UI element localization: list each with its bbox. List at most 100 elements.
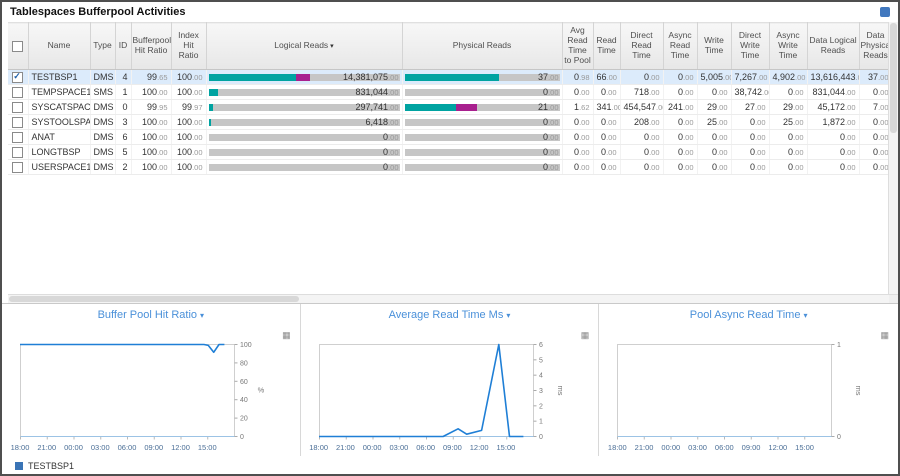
column-header-logical-reads[interactable]: Logical Reads▾ bbox=[206, 23, 402, 70]
cell-direct-read-time: 0.00 bbox=[620, 70, 663, 85]
vertical-scrollbar-thumb[interactable] bbox=[890, 23, 897, 133]
cell-physical-reads: 0.00 bbox=[402, 130, 562, 145]
bar-track bbox=[209, 149, 400, 156]
cell-data-logical-reads: 1,872.00 bbox=[807, 115, 859, 130]
table-row-syscatspace[interactable]: SYSCATSPACEDMS099.9599.97297,741.0021.00… bbox=[8, 100, 888, 115]
row-checkbox[interactable] bbox=[12, 102, 23, 113]
chart-plot: 01ms bbox=[617, 340, 865, 443]
cell-id: 1 bbox=[115, 85, 131, 100]
maximize-icon[interactable] bbox=[880, 7, 890, 17]
cell-id: 3 bbox=[115, 115, 131, 130]
x-tick-label: 06:00 bbox=[416, 443, 435, 452]
x-tick-label: 18:00 bbox=[608, 443, 627, 452]
column-header-label: Write Time bbox=[704, 35, 724, 55]
column-header-read-time[interactable]: Read Time bbox=[593, 23, 620, 70]
table-row-systoolspace[interactable]: SYSTOOLSPACEDMS3100.00100.006,418.000.00… bbox=[8, 115, 888, 130]
cell-bufferpool-hit-ratio: 99.65 bbox=[131, 70, 171, 85]
cell-select[interactable] bbox=[8, 115, 28, 130]
cell-read-time: 0.00 bbox=[593, 115, 620, 130]
table-view-icon[interactable]: ▦ bbox=[282, 331, 291, 340]
column-header-avg-read-time-to-pool[interactable]: Avg Read Time to Pool bbox=[562, 23, 593, 70]
cell-direct-read-time: 454,547.00 bbox=[620, 100, 663, 115]
column-header-direct-write-time[interactable]: Direct Write Time bbox=[731, 23, 769, 70]
table-view-icon[interactable]: ▦ bbox=[581, 331, 590, 340]
table-row-longtbsp[interactable]: LONGTBSPDMS5100.00100.000.000.000.000.00… bbox=[8, 145, 888, 160]
column-header-write-time[interactable]: Write Time bbox=[697, 23, 731, 70]
row-checkbox[interactable] bbox=[12, 162, 23, 173]
svg-text:%: % bbox=[258, 386, 265, 395]
row-checkbox[interactable] bbox=[12, 117, 23, 128]
cell-bufferpool-hit-ratio: 100.00 bbox=[131, 160, 171, 175]
cell-async-write-time: 0.00 bbox=[769, 145, 807, 160]
charts-section: Buffer Pool Hit Ratio▾▦020406080100%18:0… bbox=[2, 303, 898, 456]
column-header-async-read-time[interactable]: Async Read Time bbox=[663, 23, 697, 70]
cell-data-physical-reads: 0.00 bbox=[859, 130, 888, 145]
svg-text:100: 100 bbox=[240, 342, 252, 349]
titlebar: Tablespaces Bufferpool Activities bbox=[2, 2, 898, 22]
column-header-data-logical-reads[interactable]: Data Logical Reads bbox=[807, 23, 859, 70]
bar-value: 0.00 bbox=[543, 85, 558, 100]
row-checkbox[interactable] bbox=[12, 147, 23, 158]
svg-text:60: 60 bbox=[240, 379, 248, 386]
table-header-row: NameTypeIDBufferpool Hit RatioIndex Hit … bbox=[8, 23, 888, 70]
column-header-index-hit-ratio[interactable]: Index Hit Ratio bbox=[171, 23, 206, 70]
chart-panel-buffer-pool-hit-ratio: Buffer Pool Hit Ratio▾▦020406080100%18:0… bbox=[2, 304, 301, 456]
table-row-testbsp1[interactable]: TESTBSP1DMS499.65100.0014,381,075.0037.0… bbox=[8, 70, 888, 85]
cell-type: DMS bbox=[90, 100, 115, 115]
bar-track bbox=[209, 164, 400, 171]
column-header-name[interactable]: Name bbox=[28, 23, 90, 70]
tablespaces-table: NameTypeIDBufferpool Hit RatioIndex Hit … bbox=[8, 22, 888, 294]
x-tick-label: 00:00 bbox=[64, 443, 83, 452]
bar-value: 6,418.00 bbox=[366, 115, 399, 130]
table-row-userspace1[interactable]: USERSPACE1DMS2100.00100.000.000.000.000.… bbox=[8, 160, 888, 175]
cell-async-read-time: 0.00 bbox=[663, 145, 697, 160]
cell-async-read-time: 241.00 bbox=[663, 100, 697, 115]
table-row-anat[interactable]: ANATDMS6100.00100.000.000.000.000.000.00… bbox=[8, 130, 888, 145]
cell-direct-read-time: 0.00 bbox=[620, 130, 663, 145]
cell-read-time: 0.00 bbox=[593, 145, 620, 160]
cell-index-hit-ratio: 100.00 bbox=[171, 115, 206, 130]
row-checkbox[interactable] bbox=[12, 87, 23, 98]
column-header-data-physical-reads[interactable]: Data Physical Reads bbox=[859, 23, 888, 70]
select-all-checkbox[interactable] bbox=[12, 41, 23, 52]
table-row-tempspace1[interactable]: TEMPSPACE1SMS1100.00100.00831,044.000.00… bbox=[8, 85, 888, 100]
table-view-icon[interactable]: ▦ bbox=[880, 331, 889, 340]
cell-bufferpool-hit-ratio: 100.00 bbox=[131, 130, 171, 145]
column-header-physical-reads[interactable]: Physical Reads bbox=[402, 23, 562, 70]
chart-title: Pool Async Read Time bbox=[690, 309, 801, 321]
cell-async-write-time: 4,902.00 bbox=[769, 70, 807, 85]
svg-text:2: 2 bbox=[539, 403, 543, 410]
horizontal-scrollbar[interactable] bbox=[8, 294, 889, 303]
column-header-direct-read-time[interactable]: Direct Read Time bbox=[620, 23, 663, 70]
vertical-scrollbar[interactable] bbox=[888, 22, 898, 294]
column-header-type[interactable]: Type bbox=[90, 23, 115, 70]
cell-id: 0 bbox=[115, 100, 131, 115]
column-header-async-write-time[interactable]: Async Write Time bbox=[769, 23, 807, 70]
cell-select[interactable] bbox=[8, 130, 28, 145]
bar-track bbox=[405, 89, 560, 96]
cell-avg-read-time-to-pool: 0.00 bbox=[562, 115, 593, 130]
chart-metric-selector-buffer-pool-hit-ratio[interactable]: Buffer Pool Hit Ratio▾ bbox=[2, 309, 300, 322]
cell-direct-write-time: 0.00 bbox=[731, 115, 769, 130]
cell-select[interactable] bbox=[8, 100, 28, 115]
chart-metric-selector-average-read-time-ms[interactable]: Average Read Time Ms▾ bbox=[301, 309, 599, 322]
column-header-id[interactable]: ID bbox=[115, 23, 131, 70]
cell-direct-write-time: 7,267.00 bbox=[731, 70, 769, 85]
row-checkbox[interactable] bbox=[12, 72, 23, 83]
cell-select[interactable] bbox=[8, 160, 28, 175]
chart-metric-selector-pool-async-read-time[interactable]: Pool Async Read Time▾ bbox=[599, 309, 898, 322]
cell-read-time: 341.00 bbox=[593, 100, 620, 115]
cell-select[interactable] bbox=[8, 85, 28, 100]
bar-segment-teal bbox=[405, 104, 456, 111]
horizontal-scrollbar-thumb[interactable] bbox=[9, 296, 299, 302]
cell-physical-reads: 21.00 bbox=[402, 100, 562, 115]
column-header-bufferpool-hit-ratio[interactable]: Bufferpool Hit Ratio bbox=[131, 23, 171, 70]
column-header-label: Read Time bbox=[596, 35, 616, 55]
cell-select[interactable] bbox=[8, 70, 28, 85]
x-tick-label: 12:00 bbox=[171, 443, 190, 452]
row-checkbox[interactable] bbox=[12, 132, 23, 143]
chart-title: Buffer Pool Hit Ratio bbox=[98, 309, 197, 321]
cell-select[interactable] bbox=[8, 145, 28, 160]
select-all-header[interactable] bbox=[8, 23, 28, 70]
cell-data-physical-reads: 37.00 bbox=[859, 70, 888, 85]
